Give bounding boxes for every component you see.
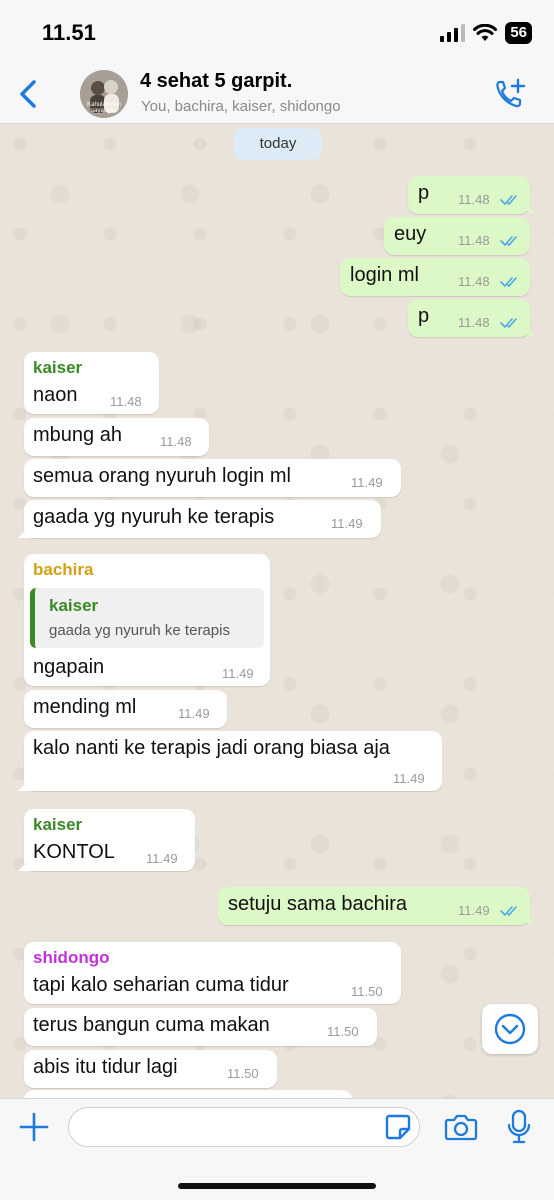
date-separator: today bbox=[234, 128, 322, 160]
message-bubble-outgoing[interactable]: setuju sama bachira 11.49 bbox=[218, 887, 536, 925]
message-bubble-incoming[interactable]: mending ml 11.49 bbox=[24, 690, 227, 728]
message-time: 11.50 bbox=[327, 1024, 359, 1039]
message-text: gaada yg nyuruh ke terapis bbox=[33, 506, 275, 528]
message-text: mbung ah bbox=[33, 424, 122, 446]
message-time: 11.48 bbox=[458, 274, 490, 289]
read-ticks-icon bbox=[500, 906, 517, 917]
sticker-icon[interactable] bbox=[384, 1113, 412, 1141]
message-text: abis itu tidur lagi bbox=[33, 1056, 178, 1078]
message-text: tapi kalo seharian cuma tidur bbox=[33, 974, 289, 996]
message-time: 11.49 bbox=[393, 771, 425, 786]
message-text: setuju sama bachira bbox=[228, 893, 407, 915]
message-text: mending ml bbox=[33, 696, 137, 718]
message-bubble-incoming-partial[interactable] bbox=[24, 1090, 352, 1098]
read-ticks-icon bbox=[500, 277, 517, 288]
message-time: 11.48 bbox=[458, 315, 490, 330]
sender-name[interactable]: shidongo bbox=[33, 948, 109, 968]
message-bubble-outgoing[interactable]: euy 11.48 bbox=[384, 217, 530, 255]
quoted-text: gaada yg nyuruh ke terapis bbox=[49, 622, 230, 639]
wifi-icon bbox=[473, 24, 498, 41]
read-ticks-icon bbox=[500, 195, 517, 206]
message-text: KONTOL bbox=[33, 841, 115, 863]
message-time: 11.48 bbox=[160, 434, 192, 449]
message-text: terus bangun cuma makan bbox=[33, 1014, 270, 1036]
message-text: semua orang nyuruh login ml bbox=[33, 465, 291, 487]
status-bar: 11.51 56 bbox=[0, 0, 554, 64]
plus-icon[interactable] bbox=[18, 1111, 50, 1143]
group-title[interactable]: 4 sehat 5 garpit. bbox=[140, 70, 292, 93]
message-bubble-incoming[interactable]: semua orang nyuruh login ml 11.49 bbox=[24, 459, 401, 497]
message-bubble-incoming[interactable]: terus bangun cuma makan 11.50 bbox=[24, 1008, 377, 1046]
message-bubble-incoming[interactable]: kaiser naon 11.48 bbox=[24, 352, 159, 414]
message-bubble-outgoing[interactable]: p 11.48 bbox=[408, 299, 536, 337]
read-ticks-icon bbox=[500, 236, 517, 247]
chat-header: Kahulah dan sayangku 4 sehat 5 garpit. Y… bbox=[0, 64, 554, 124]
message-bubble-incoming[interactable]: gaada yg nyuruh ke terapis 11.49 bbox=[18, 500, 381, 538]
message-input[interactable] bbox=[68, 1107, 420, 1147]
message-text: kalo nanti ke terapis jadi orang biasa a… bbox=[33, 737, 390, 759]
sender-name[interactable]: kaiser bbox=[33, 358, 82, 378]
message-time: 11.50 bbox=[351, 984, 383, 999]
message-text: naon bbox=[33, 384, 78, 406]
back-chevron-icon[interactable] bbox=[14, 78, 44, 110]
status-time: 11.51 bbox=[42, 20, 96, 45]
message-text: euy bbox=[394, 223, 427, 245]
message-time: 11.48 bbox=[110, 394, 142, 409]
add-call-icon[interactable] bbox=[494, 78, 526, 110]
message-text: login ml bbox=[350, 264, 419, 286]
quoted-message[interactable]: kaiser gaada yg nyuruh ke terapis bbox=[30, 588, 264, 648]
signal-icon bbox=[440, 24, 466, 42]
status-icons: 56 bbox=[439, 22, 532, 44]
chat-area[interactable]: today p 11.48 euy 11.48 login ml 11.48 p… bbox=[0, 124, 554, 1098]
message-time: 11.48 bbox=[458, 192, 490, 207]
message-bubble-incoming[interactable]: kalo nanti ke terapis jadi orang biasa a… bbox=[18, 731, 442, 791]
message-time: 11.49 bbox=[146, 851, 178, 866]
message-time: 11.49 bbox=[178, 706, 210, 721]
message-time: 11.48 bbox=[458, 233, 490, 248]
group-avatar[interactable]: Kahulah dan sayangku bbox=[80, 70, 128, 118]
message-text: p bbox=[418, 182, 430, 204]
sender-name[interactable]: kaiser bbox=[33, 815, 82, 835]
message-text: ngapain bbox=[33, 656, 105, 678]
sender-name[interactable]: bachira bbox=[33, 560, 93, 580]
battery-indicator: 56 bbox=[505, 22, 532, 44]
avatar-caption: Kahulah dan sayangku bbox=[87, 102, 121, 114]
message-time: 11.49 bbox=[331, 516, 363, 531]
message-time: 11.49 bbox=[222, 666, 254, 681]
chevron-down-circle-icon bbox=[494, 1013, 526, 1045]
message-time: 11.49 bbox=[351, 475, 383, 490]
input-bar bbox=[0, 1098, 554, 1200]
microphone-icon[interactable] bbox=[506, 1109, 532, 1145]
camera-icon[interactable] bbox=[444, 1111, 478, 1143]
message-time: 11.49 bbox=[458, 903, 490, 918]
message-time: 11.50 bbox=[227, 1066, 259, 1081]
read-ticks-icon bbox=[500, 318, 517, 329]
group-members[interactable]: You, bachira, kaiser, shidongo bbox=[141, 98, 341, 115]
message-bubble-outgoing[interactable]: p 11.48 bbox=[408, 176, 536, 214]
message-bubble-incoming[interactable]: abis itu tidur lagi 11.50 bbox=[24, 1050, 277, 1088]
message-bubble-incoming[interactable]: kaiser KONTOL 11.49 bbox=[18, 809, 195, 871]
message-text: p bbox=[418, 305, 430, 327]
quoted-sender: kaiser bbox=[49, 596, 99, 615]
scroll-to-bottom-button[interactable] bbox=[482, 1004, 538, 1054]
message-bubble-incoming[interactable]: bachira kaiser gaada yg nyuruh ke terapi… bbox=[24, 554, 270, 686]
message-bubble-incoming[interactable]: shidongo tapi kalo seharian cuma tidur 1… bbox=[24, 942, 401, 1004]
home-indicator bbox=[178, 1183, 376, 1189]
message-bubble-outgoing[interactable]: login ml 11.48 bbox=[340, 258, 530, 296]
message-bubble-incoming[interactable]: mbung ah 11.48 bbox=[24, 418, 209, 456]
